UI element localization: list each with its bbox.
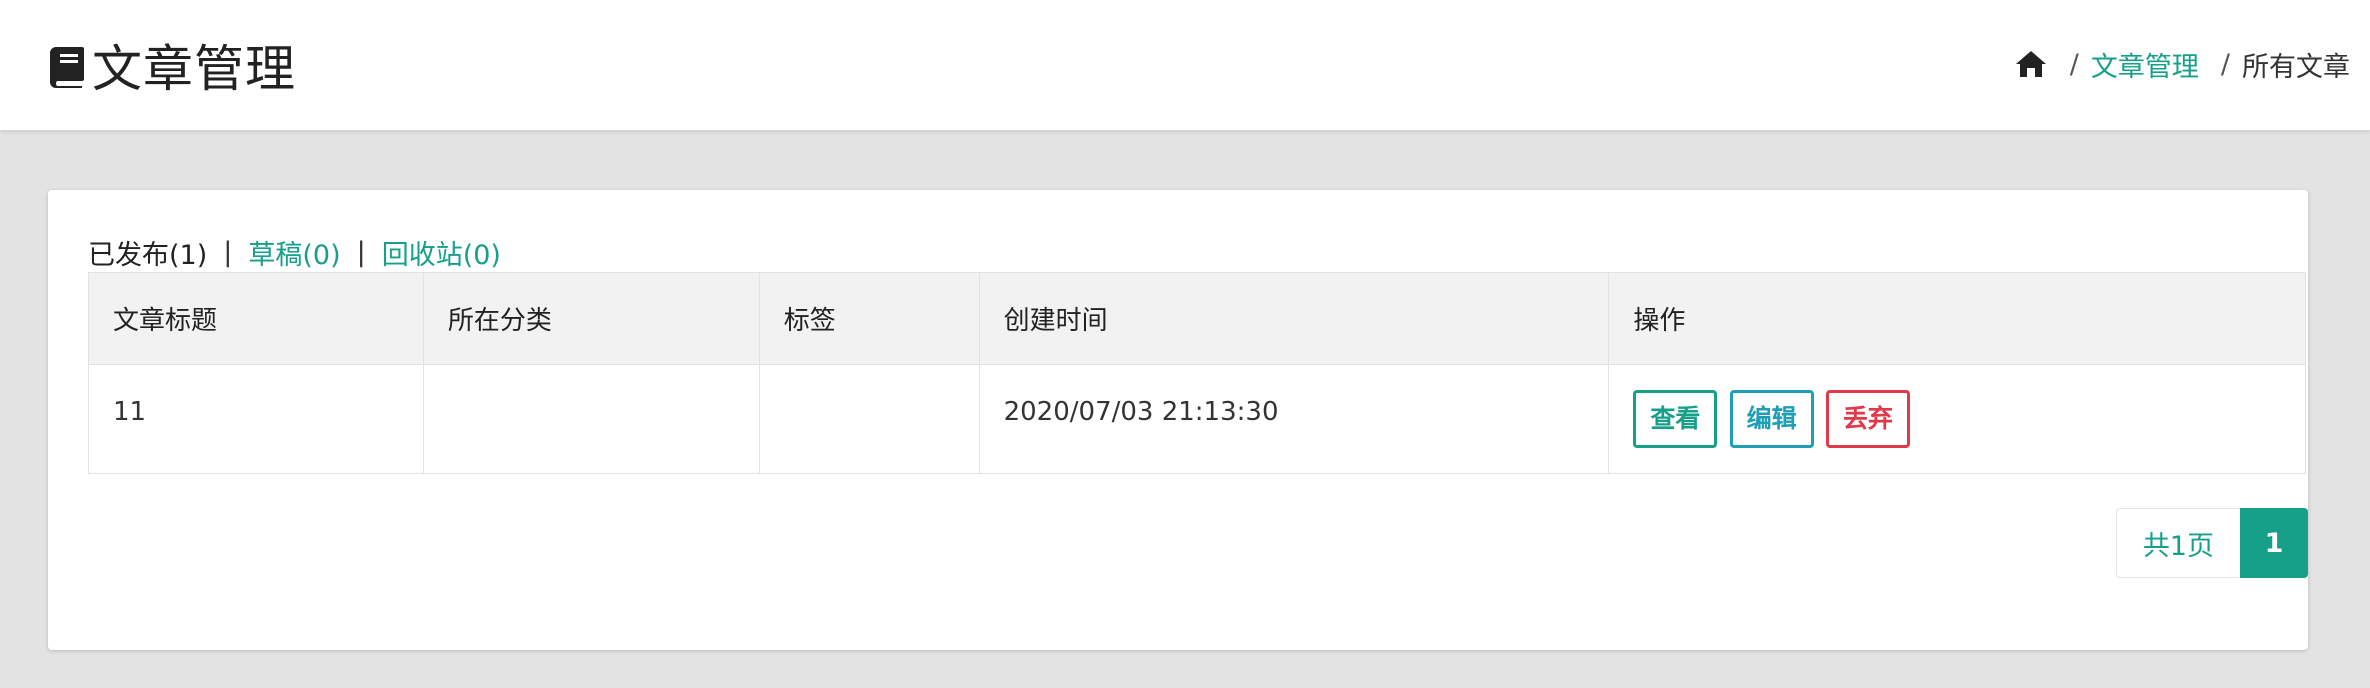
table-header-row: 文章标题 所在分类 标签 创建时间 操作: [88, 272, 2306, 365]
column-header-category: 所在分类: [422, 272, 760, 365]
book-icon: [48, 43, 86, 88]
breadcrumb: / 文章管理 / 所有文章: [2014, 44, 2350, 84]
column-header-title: 文章标题: [88, 272, 424, 365]
status-filter-tabs: 已发布(1) | 草稿(0) | 回收站(0): [88, 232, 501, 272]
article-list-card: 已发布(1) | 草稿(0) | 回收站(0) 文章标题 所在分类 标签 创建时…: [48, 190, 2308, 650]
top-header: 文章管理 / 文章管理 / 所有文章: [0, 0, 2370, 130]
column-header-created-time: 创建时间: [978, 272, 1610, 365]
articles-table: 文章标题 所在分类 标签 创建时间 操作 11 2020/07/03 21:13…: [88, 272, 2306, 474]
cell-category: [422, 364, 760, 474]
pagination-total: 共1页: [2115, 508, 2240, 578]
home-icon[interactable]: [2014, 49, 2048, 79]
tab-drafts[interactable]: 草稿(0): [248, 233, 340, 272]
pagination-page-1[interactable]: 1: [2240, 508, 2308, 578]
page-title: 文章管理: [48, 30, 296, 100]
cell-title: 11: [88, 364, 424, 474]
cell-actions: 查看 编辑 丢弃: [1608, 364, 2306, 474]
tab-divider: |: [223, 236, 233, 268]
tab-divider: |: [356, 236, 366, 268]
column-header-tags: 标签: [758, 272, 980, 365]
discard-button[interactable]: 丢弃: [1825, 390, 1910, 448]
breadcrumb-article-management[interactable]: 文章管理: [2091, 45, 2199, 84]
page-title-text: 文章管理: [92, 40, 296, 98]
breadcrumb-separator: /: [2220, 48, 2230, 80]
tab-published[interactable]: 已发布(1): [88, 233, 207, 272]
table-row: 11 2020/07/03 21:13:30 查看 编辑 丢弃: [88, 364, 2306, 474]
cell-created-time: 2020/07/03 21:13:30: [978, 364, 1610, 474]
view-button[interactable]: 查看: [1633, 390, 1718, 448]
cell-tags: [758, 364, 980, 474]
edit-button[interactable]: 编辑: [1729, 390, 1814, 448]
pagination: 共1页 1: [2115, 508, 2308, 578]
breadcrumb-separator: /: [2069, 48, 2079, 80]
breadcrumb-all-articles: 所有文章: [2242, 51, 2350, 83]
column-header-actions: 操作: [1608, 272, 2306, 365]
tab-trash[interactable]: 回收站(0): [382, 233, 501, 272]
